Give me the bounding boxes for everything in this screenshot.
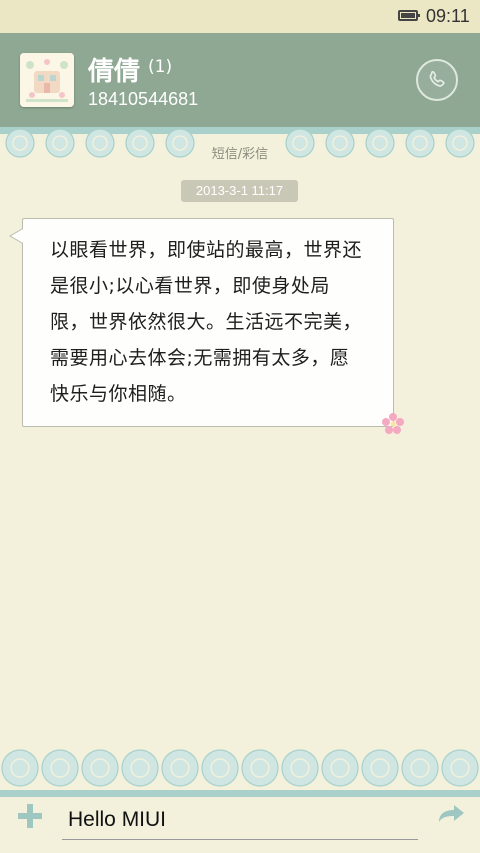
phone-icon (429, 71, 445, 87)
conversation-header: 倩倩 (1) 18410544681 (0, 33, 480, 127)
send-arrow-icon[interactable] (436, 802, 466, 826)
message-text: 以眼看世界，即使站的最高，世界还是很小;以心看世界，即使身处局限，世界依然很大。… (50, 239, 363, 405)
status-time: 09:11 (426, 6, 470, 26)
battery-icon (398, 10, 420, 21)
lace-border-bottom (0, 749, 480, 800)
message-timestamp: 2013-3-1 11:17 (181, 180, 298, 202)
thread-type-label: 短信/彩信 (211, 147, 269, 162)
avatar[interactable] (20, 53, 74, 107)
status-bar: 09:11 (0, 0, 480, 33)
call-button[interactable] (416, 59, 458, 101)
unread-count: (1) (148, 57, 173, 77)
bubble-tail-fill (11, 229, 23, 243)
plus-icon[interactable] (17, 803, 43, 829)
contact-name: 倩倩 (88, 57, 141, 87)
message-input[interactable] (62, 800, 418, 840)
flower-icon (382, 413, 404, 434)
contact-phone: 18410544681 (88, 89, 199, 109)
